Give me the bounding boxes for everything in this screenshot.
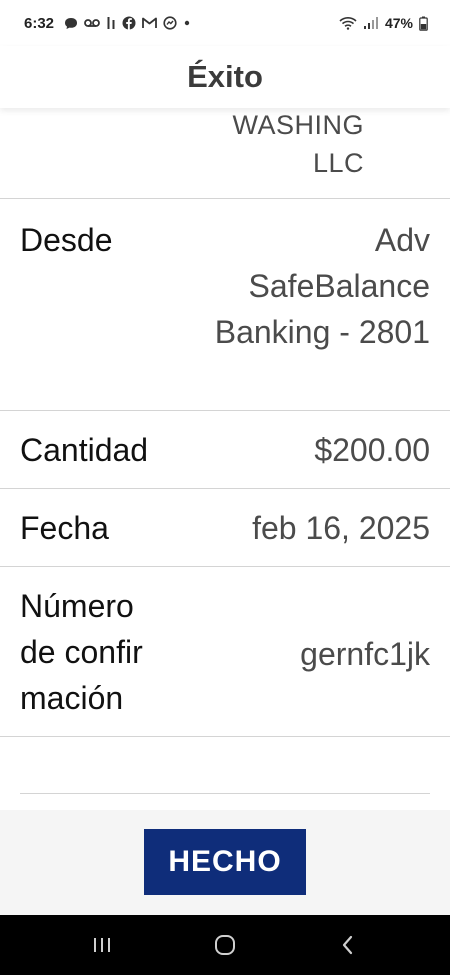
- confirmation-label-line-2: de confir: [20, 634, 143, 670]
- home-button[interactable]: [195, 915, 255, 975]
- done-button[interactable]: HECHO: [144, 829, 306, 895]
- title-bar: Éxito: [0, 46, 450, 108]
- status-bar: 6:32 47%: [0, 0, 450, 46]
- status-right: 47%: [339, 15, 428, 31]
- recent-apps-button[interactable]: [72, 915, 132, 975]
- voicemail-icon: [84, 15, 100, 31]
- battery-icon: [419, 15, 428, 31]
- chat-icon: [64, 15, 78, 31]
- status-time: 6:32: [24, 14, 55, 32]
- from-label: Desde: [20, 222, 113, 258]
- recent-apps-icon: [93, 938, 110, 952]
- divider: [0, 198, 450, 199]
- dot-icon: [183, 15, 191, 31]
- signal-icon: [363, 15, 379, 31]
- back-icon: [343, 935, 353, 955]
- transaction-details[interactable]: WASHING LLC Desde Adv SafeBalance Bankin…: [0, 108, 450, 810]
- back-button[interactable]: [318, 915, 378, 975]
- confirmation-label-line-1: Número: [20, 588, 134, 624]
- payee-name: WASHING LLC: [0, 108, 450, 198]
- facebook-icon: [122, 15, 136, 31]
- wifi-icon: [339, 15, 357, 31]
- confirmation-label-line-3: mación: [20, 680, 124, 716]
- divider: [0, 566, 450, 567]
- date-label: Fecha: [20, 510, 109, 546]
- page-title: Éxito: [187, 59, 263, 94]
- divider: [20, 793, 430, 794]
- home-icon: [214, 935, 235, 955]
- gmail-icon: [142, 15, 157, 31]
- amount-value: $200.00: [314, 432, 430, 468]
- status-left: 6:32: [24, 15, 191, 32]
- amount-label: Cantidad: [20, 432, 149, 468]
- battery-percent: 47%: [384, 15, 413, 31]
- sim-icon: [106, 15, 116, 31]
- from-value-line-3: Banking - 2801: [214, 314, 430, 350]
- confirmation-value: gernfc1jk: [300, 636, 430, 672]
- divider: [0, 488, 450, 489]
- messenger-icon: [163, 15, 177, 31]
- payee-name-line-2: LLC: [312, 148, 364, 178]
- divider: [0, 736, 450, 737]
- from-value-line-1: Adv: [374, 222, 430, 258]
- divider: [0, 410, 450, 411]
- action-area: HECHO: [0, 810, 450, 915]
- from-value-line-2: SafeBalance: [248, 268, 430, 304]
- payee-name-line-1: WASHING: [232, 110, 364, 140]
- date-value: feb 16, 2025: [252, 510, 430, 546]
- navigation-bar: [0, 915, 450, 975]
